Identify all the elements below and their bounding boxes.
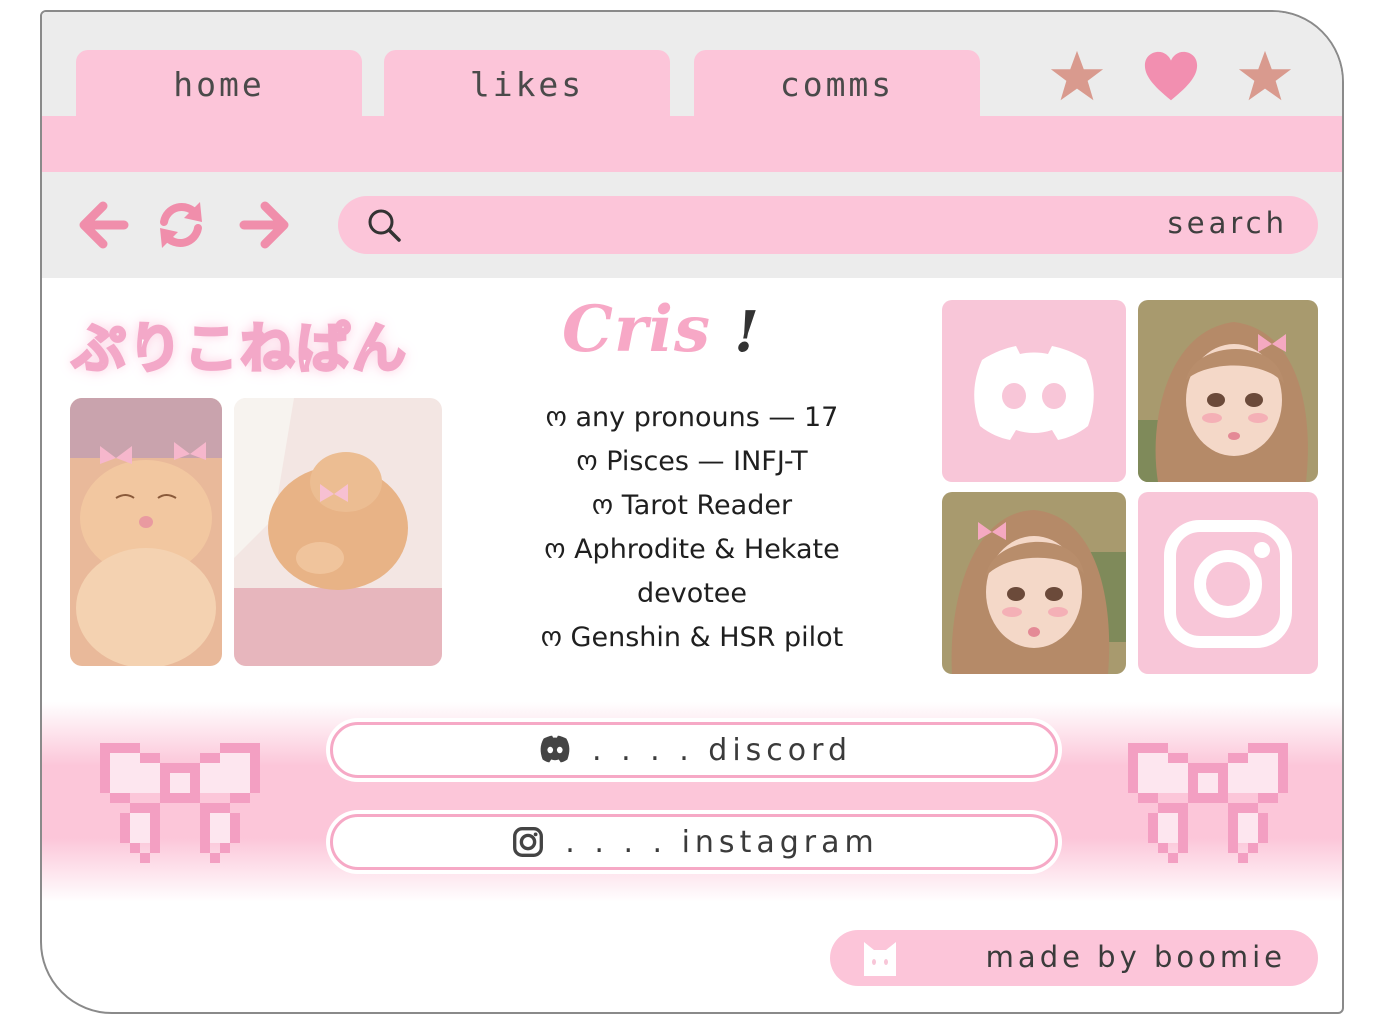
profile-name: Cris ! [562,292,842,372]
tab-content-strip [42,116,1342,172]
tab-icon-group [1048,48,1294,106]
instagram-link-label: . . . . instagram [565,824,879,860]
search-label: search [1167,206,1288,240]
tab-comms[interactable]: comms [694,50,980,118]
browser-window: home likes comms search ぷりこねぱん Cris ! ო … [40,10,1344,1014]
profile-name-text: Cris [562,292,711,367]
nav-bar: search [42,172,1342,278]
arrow-right-icon [239,201,289,249]
search-bar[interactable]: search [338,196,1318,254]
arrow-left-icon [79,201,129,249]
tab-bar: home likes comms [42,12,1342,118]
bio-list: ო any pronouns — 17 ო Pisces — INFJ-T ო … [472,396,912,660]
discord-icon [974,346,1094,440]
pixel-bow-icon [100,742,260,864]
bio-line: ო Pisces — INFJ-T [576,446,808,477]
tab-likes[interactable]: likes [384,50,670,118]
star-icon [1050,50,1104,101]
bio-line: ო Tarot Reader [591,490,793,521]
profile-name-mark: ! [734,299,760,365]
bio-line: ო any pronouns — 17 [545,402,839,433]
cat-icon [864,942,896,976]
instagram-icon [513,827,544,857]
bio-line: ო Aphrodite & Hekate [544,534,840,565]
credit-label: made by boomie [985,940,1286,974]
instagram-icon [1164,520,1292,648]
kitten-photo [70,398,222,666]
portrait-photo [1138,300,1318,482]
bio-line: devotee [636,578,748,609]
pixel-bow-icon [1128,742,1288,864]
forward-button[interactable] [238,198,292,252]
back-button[interactable] [76,198,130,252]
reload-button[interactable] [154,198,208,252]
credit-badge[interactable]: made by boomie [830,930,1318,986]
portrait-photo [942,492,1126,674]
instagram-link-button[interactable]: . . . . instagram [330,814,1058,870]
tab-home[interactable]: home [76,50,362,118]
search-icon [368,209,401,242]
site-logo: ぷりこねぱん [71,316,408,382]
heart-icon [1144,51,1198,101]
bio-line: ო Genshin & HSR pilot [540,622,844,653]
discord-link-button[interactable]: . . . . discord [330,722,1058,778]
kitten-photo [234,398,442,666]
star-icon [1238,50,1292,101]
discord-icon [540,735,570,763]
reload-icon [160,202,202,248]
discord-tile[interactable] [942,300,1126,482]
discord-link-label: . . . . discord [592,732,852,768]
instagram-tile[interactable] [1138,492,1318,674]
